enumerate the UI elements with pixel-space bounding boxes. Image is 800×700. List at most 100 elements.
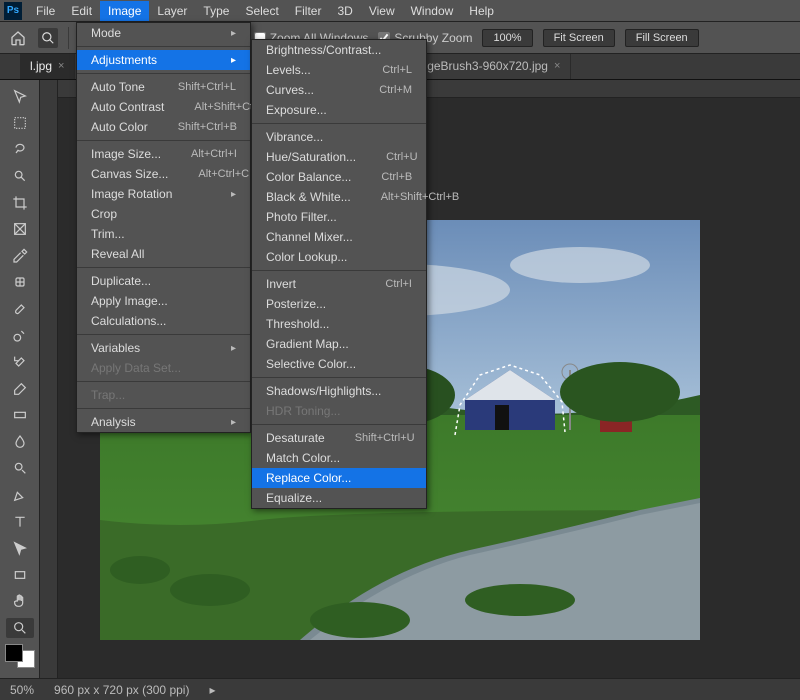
menu-type[interactable]: Type xyxy=(195,1,237,21)
adjust-menu-channel-mixer-[interactable]: Channel Mixer... xyxy=(252,227,426,247)
patch-tool[interactable] xyxy=(6,272,34,293)
shortcut-label: Ctrl+I xyxy=(385,278,412,290)
gradient-tool[interactable] xyxy=(6,405,34,426)
image-menu-analysis[interactable]: Analysis xyxy=(77,412,250,432)
adjust-menu-curves-[interactable]: Curves...Ctrl+M xyxy=(252,80,426,100)
menu-item-label: Match Color... xyxy=(266,451,340,465)
image-menu-trim-[interactable]: Trim... xyxy=(77,224,250,244)
close-icon[interactable]: × xyxy=(58,60,64,72)
image-menu-reveal-all[interactable]: Reveal All xyxy=(77,244,250,264)
image-menu-crop[interactable]: Crop xyxy=(77,204,250,224)
image-menu-duplicate-[interactable]: Duplicate... xyxy=(77,271,250,291)
menu-layer[interactable]: Layer xyxy=(149,1,195,21)
foreground-swatch[interactable] xyxy=(5,644,23,662)
menu-select[interactable]: Select xyxy=(237,1,286,21)
adjust-menu-exposure-[interactable]: Exposure... xyxy=(252,100,426,120)
zoom-tool[interactable] xyxy=(6,618,34,639)
clone-tool[interactable] xyxy=(6,325,34,346)
menu-file[interactable]: File xyxy=(28,1,63,21)
menu-item-label: Image Rotation xyxy=(91,187,172,201)
shortcut-label: Shift+Ctrl+U xyxy=(355,432,415,444)
adjust-menu-levels-[interactable]: Levels...Ctrl+L xyxy=(252,60,426,80)
menu-item-label: Mode xyxy=(91,26,121,40)
frame-tool[interactable] xyxy=(6,219,34,240)
menu-filter[interactable]: Filter xyxy=(287,1,330,21)
adjust-menu-black-white-[interactable]: Black & White...Alt+Shift+Ctrl+B xyxy=(252,187,426,207)
image-menu-auto-tone[interactable]: Auto ToneShift+Ctrl+L xyxy=(77,77,250,97)
blur-tool[interactable] xyxy=(6,432,34,453)
quick-select-tool[interactable] xyxy=(6,166,34,187)
move-tool[interactable] xyxy=(6,86,34,107)
adjust-menu-hdr-toning-: HDR Toning... xyxy=(252,401,426,421)
menu-item-label: Posterize... xyxy=(266,297,326,311)
close-icon[interactable]: × xyxy=(554,60,560,72)
menu-help[interactable]: Help xyxy=(461,1,502,21)
eyedropper-tool[interactable] xyxy=(6,245,34,266)
image-menu-adjustments[interactable]: Adjustments xyxy=(77,50,250,70)
menu-3d[interactable]: 3D xyxy=(329,1,360,21)
path-tool[interactable] xyxy=(6,538,34,559)
menu-item-label: Analysis xyxy=(91,415,136,429)
marquee-tool[interactable] xyxy=(6,113,34,134)
document-tab[interactable]: l.jpg× xyxy=(20,54,75,79)
menu-item-label: Levels... xyxy=(266,63,311,77)
image-menu-auto-color[interactable]: Auto ColorShift+Ctrl+B xyxy=(77,117,250,137)
chevron-right-icon[interactable]: ▸ xyxy=(209,683,215,697)
home-icon[interactable] xyxy=(8,28,28,48)
color-swatches[interactable] xyxy=(5,644,35,668)
adjust-menu-selective-color-[interactable]: Selective Color... xyxy=(252,354,426,374)
adjust-menu-shadows-highlights-[interactable]: Shadows/Highlights... xyxy=(252,381,426,401)
shortcut-label: Alt+Ctrl+I xyxy=(191,148,237,160)
adjust-menu-color-balance-[interactable]: Color Balance...Ctrl+B xyxy=(252,167,426,187)
image-menu-variables[interactable]: Variables xyxy=(77,338,250,358)
menu-image[interactable]: Image xyxy=(100,1,149,21)
adjust-menu-invert[interactable]: Invert Ctrl+I xyxy=(252,274,426,294)
adjust-menu-replace-color-[interactable]: Replace Color... xyxy=(252,468,426,488)
shortcut-label: Shift+Ctrl+L xyxy=(178,81,236,93)
eraser-tool[interactable] xyxy=(6,378,34,399)
menu-edit[interactable]: Edit xyxy=(63,1,100,21)
menu-item-label: Vibrance... xyxy=(266,130,323,144)
adjust-menu-desaturate[interactable]: DesaturateShift+Ctrl+U xyxy=(252,428,426,448)
adjust-menu-brightness-contrast-[interactable]: Brightness/Contrast... xyxy=(252,40,426,60)
image-menu-mode[interactable]: Mode xyxy=(77,23,250,43)
adjust-menu-threshold-[interactable]: Threshold... xyxy=(252,314,426,334)
lasso-tool[interactable] xyxy=(6,139,34,160)
zoom-level[interactable]: 50% xyxy=(10,683,34,697)
menu-view[interactable]: View xyxy=(361,1,403,21)
dodge-tool[interactable] xyxy=(6,458,34,479)
zoom-tool-icon[interactable] xyxy=(38,28,58,48)
crop-tool[interactable] xyxy=(6,192,34,213)
adjust-menu-vibrance-[interactable]: Vibrance... xyxy=(252,127,426,147)
menu-item-label: Duplicate... xyxy=(91,274,151,288)
fit-screen-button[interactable]: Fit Screen xyxy=(543,29,615,47)
menu-item-label: Selective Color... xyxy=(266,357,356,371)
adjustments-submenu: Brightness/Contrast...Levels...Ctrl+LCur… xyxy=(251,39,427,509)
menu-item-label: Black & White... xyxy=(266,190,351,204)
menu-item-label: Invert xyxy=(266,277,296,291)
image-menu-image-rotation[interactable]: Image Rotation xyxy=(77,184,250,204)
adjust-menu-gradient-map-[interactable]: Gradient Map... xyxy=(252,334,426,354)
adjust-menu-hue-saturation-[interactable]: Hue/Saturation...Ctrl+U xyxy=(252,147,426,167)
type-tool[interactable] xyxy=(6,511,34,532)
history-brush-tool[interactable] xyxy=(6,352,34,373)
image-menu-calculations-[interactable]: Calculations... xyxy=(77,311,250,331)
image-menu-auto-contrast[interactable]: Auto ContrastAlt+Shift+Ctrl+L xyxy=(77,97,250,117)
zoom-100-button[interactable]: 100% xyxy=(482,29,532,47)
menu-item-label: Equalize... xyxy=(266,491,322,505)
hand-tool[interactable] xyxy=(6,591,34,612)
rectangle-tool[interactable] xyxy=(6,564,34,585)
menu-item-label: Calculations... xyxy=(91,314,166,328)
image-menu-apply-image-[interactable]: Apply Image... xyxy=(77,291,250,311)
image-menu-image-size-[interactable]: Image Size...Alt+Ctrl+I xyxy=(77,144,250,164)
image-menu-canvas-size-[interactable]: Canvas Size...Alt+Ctrl+C xyxy=(77,164,250,184)
adjust-menu-photo-filter-[interactable]: Photo Filter... xyxy=(252,207,426,227)
fill-screen-button[interactable]: Fill Screen xyxy=(625,29,699,47)
adjust-menu-match-color-[interactable]: Match Color... xyxy=(252,448,426,468)
adjust-menu-equalize-[interactable]: Equalize... xyxy=(252,488,426,508)
menu-window[interactable]: Window xyxy=(403,1,462,21)
adjust-menu-posterize-[interactable]: Posterize... xyxy=(252,294,426,314)
brush-tool[interactable] xyxy=(6,299,34,320)
adjust-menu-color-lookup-[interactable]: Color Lookup... xyxy=(252,247,426,267)
pen-tool[interactable] xyxy=(6,485,34,506)
